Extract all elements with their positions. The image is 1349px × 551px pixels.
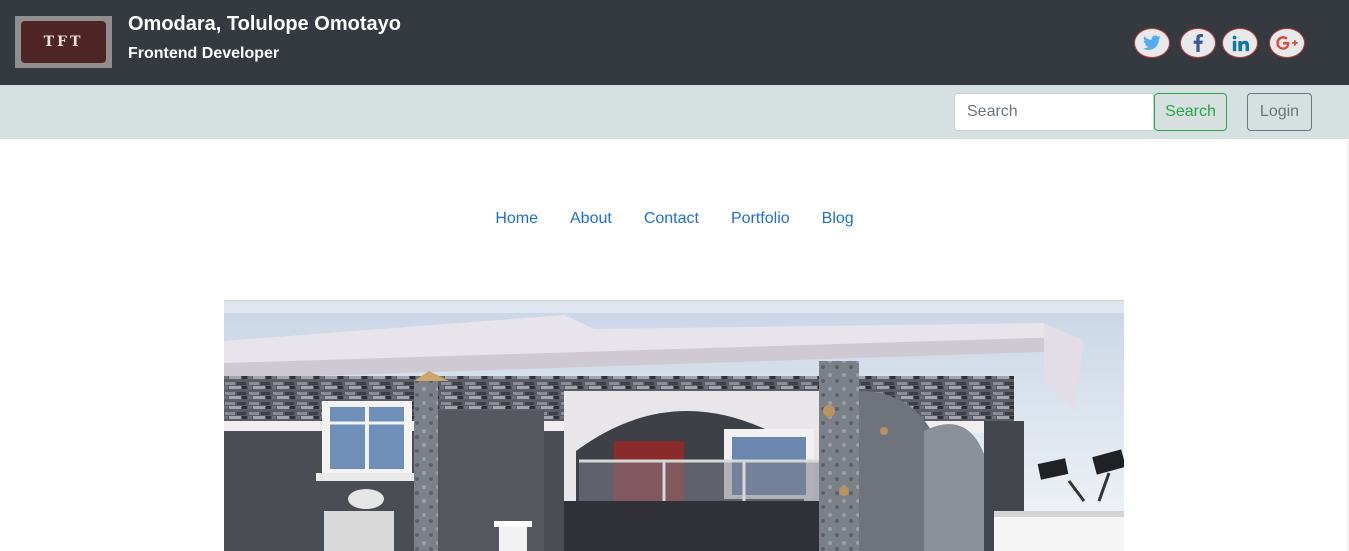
nav-about[interactable]: About [570,210,612,228]
twitter-link[interactable] [1134,28,1170,58]
search-button[interactable]: Search [1154,93,1227,131]
nav-portfolio[interactable]: Portfolio [731,210,790,228]
main-nav: Home About Contact Portfolio Blog [0,210,1349,228]
logo-text: TFT [21,21,106,63]
hero-image [224,300,1124,551]
search-input[interactable] [954,93,1154,131]
site-owner-role: Frontend Developer [128,45,280,62]
linkedin-icon [1232,35,1249,51]
twitter-icon [1143,35,1161,50]
nav-blog[interactable]: Blog [822,210,854,228]
nav-home[interactable]: Home [495,210,538,228]
login-button[interactable]: Login [1247,93,1312,131]
linkedin-link[interactable] [1222,28,1258,58]
house-photo [224,301,1124,551]
nav-contact[interactable]: Contact [644,210,699,228]
facebook-link[interactable] [1180,28,1216,58]
site-header: TFT Omodara, Tolulope Omotayo Frontend D… [0,0,1349,85]
google-plus-icon [1276,36,1298,50]
facebook-icon [1193,34,1203,52]
site-owner-name: Omodara, Tolulope Omotayo [128,13,401,35]
logo[interactable]: TFT [15,16,112,68]
google-plus-link[interactable] [1269,28,1305,58]
